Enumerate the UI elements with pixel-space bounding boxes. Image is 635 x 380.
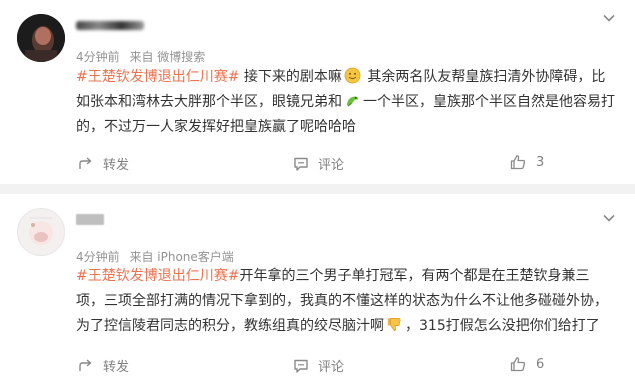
chevron-down-icon[interactable] [601, 10, 617, 26]
comment-icon [294, 359, 308, 373]
post-content: #王楚钦发博退出仁川赛# 接下来的剧本嘛 其余两名队友帮皇族扫清外协障碍，比如张… [76, 67, 615, 135]
post-actions: 转发 评论 3 [0, 154, 635, 176]
forward-button[interactable]: 转发 [78, 154, 129, 173]
thumbs-up-icon [510, 155, 526, 170]
post-content: #王楚钦发博退出仁川赛#开年拿的三个男子单打冠军，有两个都是在王楚钦身兼三项，三… [76, 268, 608, 334]
hashtag-link[interactable]: #王楚钦发博退出仁川赛# [76, 268, 239, 284]
like-button[interactable]: 6 [510, 356, 544, 372]
username[interactable] [76, 212, 104, 227]
avatar[interactable] [17, 14, 65, 62]
post-divider [0, 184, 635, 194]
post-actions: 转发 评论 6 [0, 356, 635, 378]
comment-icon [294, 157, 308, 171]
like-button[interactable]: 3 [510, 154, 544, 170]
post-source: 来自 微博搜索 [129, 50, 206, 64]
weibo-post: 4分钟前 来自 微博搜索 #王楚钦发博退出仁川赛# 接下来的剧本嘛 其余两名队友… [0, 0, 635, 184]
forward-icon [79, 358, 92, 371]
post-source: 来自 iPhone客户端 [129, 250, 234, 264]
forward-icon [79, 156, 92, 169]
username[interactable] [76, 18, 144, 33]
weibo-post: 4分钟前 来自 iPhone客户端 #王楚钦发博退出仁川赛#开年拿的三个男子单打… [0, 194, 635, 380]
like-count: 3 [536, 154, 545, 170]
hashtag-link[interactable]: #王楚钦发博退出仁川赛# [76, 69, 239, 85]
smile-emoji [344, 67, 361, 84]
post-meta: 4分钟前 来自 微博搜索 [76, 48, 211, 65]
comment-button[interactable]: 评论 [293, 154, 344, 173]
thumbs-down-emoji [386, 316, 403, 333]
avatar[interactable] [17, 208, 65, 256]
comment-button[interactable]: 评论 [293, 356, 344, 375]
chevron-down-icon[interactable] [601, 210, 617, 226]
like-count: 6 [536, 356, 545, 372]
post-time: 4分钟前 [76, 250, 120, 264]
post-time: 4分钟前 [76, 50, 120, 64]
forward-button[interactable]: 转发 [78, 356, 129, 375]
thumbs-up-icon [510, 357, 526, 372]
post-meta: 4分钟前 来自 iPhone客户端 [76, 248, 240, 265]
dragon-emoji [344, 92, 361, 109]
